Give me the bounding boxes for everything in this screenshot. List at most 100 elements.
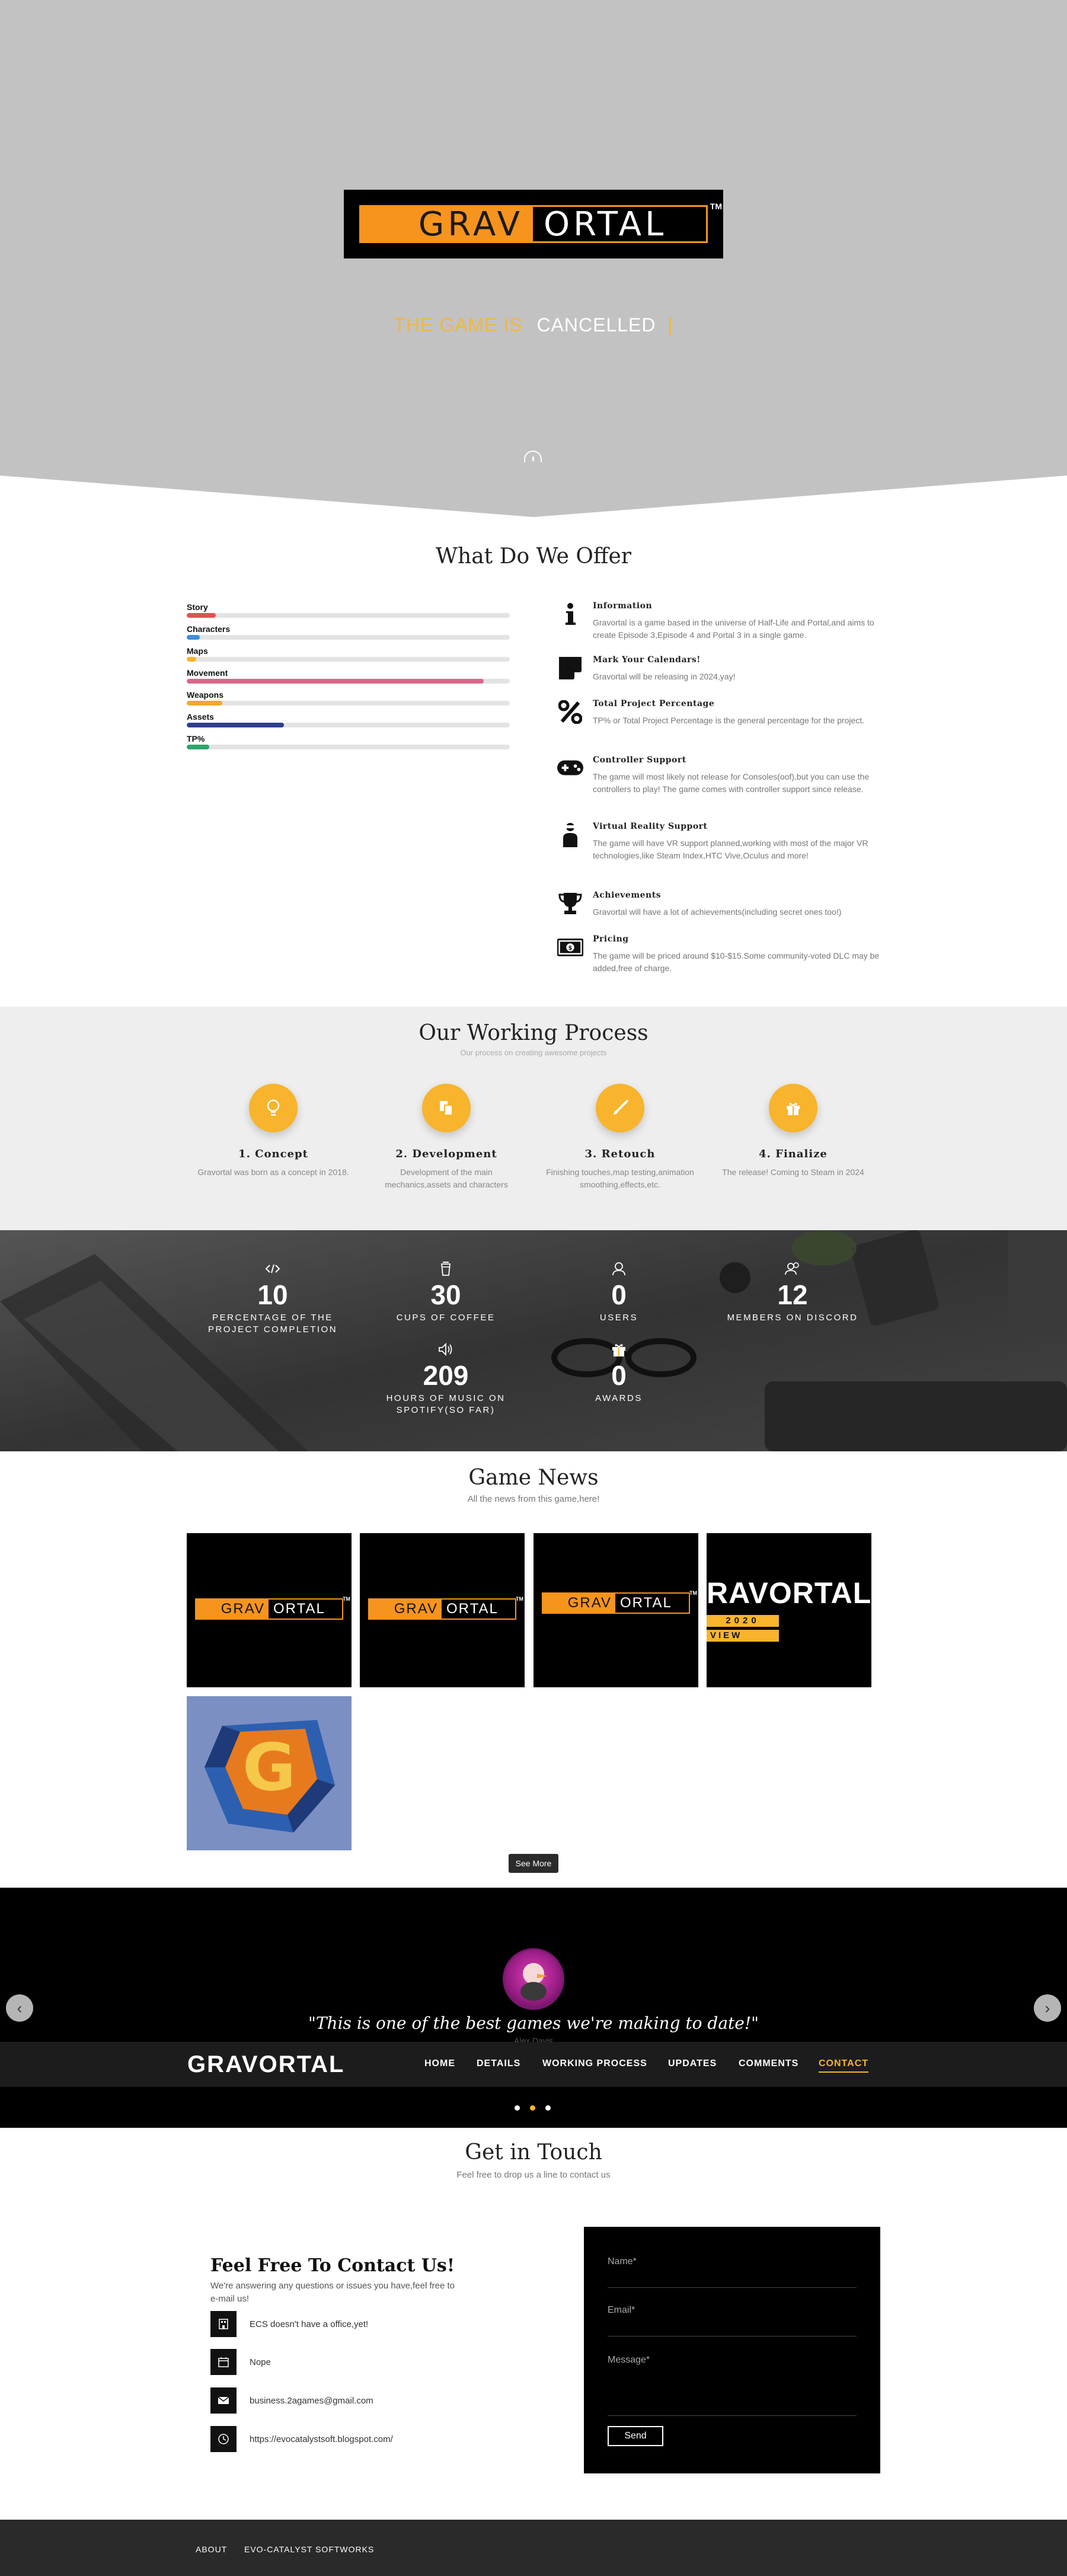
nav-brand[interactable]: GRAVORTAL [187,2051,344,2078]
contact-row: Nope [210,2349,271,2375]
step-text: The release! Coming to Steam in 2024 [722,1167,864,1177]
nav-item-contact[interactable]: CONTACT [819,2058,869,2073]
skill-bar: Story [187,602,510,618]
stat-label: CUPS OF COFFEE [396,1313,496,1323]
lightbulb-icon [249,1084,298,1132]
testimonial-quote: "This is one of the best games we're mak… [308,2013,759,2033]
news-tile-1[interactable]: GRAV ORTAL TM [187,1533,352,1687]
footer: ABOUT EVO-CATALYST SOFTWORKS [0,2520,1067,2576]
feature-title: Mark Your Calendars! [593,655,701,665]
tile4-sub: VIEW [707,1630,779,1642]
name-field[interactable]: Name* [608,2256,637,2267]
see-more-button[interactable]: See More [509,1854,558,1873]
footer-link-about[interactable]: ABOUT [196,2545,227,2554]
feature-title: Achievements [593,890,662,900]
logo-left-text: GRAV [361,205,533,244]
feature-item: Mark Your Calendars! Gravortal will be re… [557,655,880,683]
nav-item-details[interactable]: DETAILS [477,2058,520,2069]
nav-item-home[interactable]: HOME [424,2058,455,2069]
slider-dot-1[interactable] [515,2105,520,2111]
gamepad-icon [557,755,583,781]
skill-label: TP% [187,734,205,743]
vr-user-icon [557,822,583,848]
skill-label: Story [187,602,208,612]
skill-track [187,745,510,749]
news-tile-2[interactable]: GRAV ORTAL TM [360,1533,525,1687]
offer-title: What Do We Offer [436,544,631,569]
tile4-word: RAVORTAL [707,1576,871,1610]
stat-label: MEMBERS ON DISCORD [727,1313,858,1323]
nav-item-working-process[interactable]: WORKING PROCESS [542,2058,647,2069]
gift-icon [530,1342,708,1357]
tagline-word: CANCELLED [536,314,656,336]
tile-logo-left: GRAV [196,1600,269,1619]
email-field[interactable]: Email* [608,2305,635,2316]
stat-label: USERS [599,1313,638,1323]
send-button[interactable]: Send [608,2426,663,2446]
news-tile-3[interactable]: GRAV ORTAL TM [534,1533,698,1687]
logo-right-text: ORTAL [544,205,667,244]
skill-track [187,679,510,684]
contact-row: ECS doesn't have a office,yet! [210,2311,368,2337]
stat-label: HOURS OF MUSIC ON SPOTIFY(SO FAR) [386,1393,506,1415]
stat-counter: 12 MEMBERS ON DISCORD [704,1261,881,1324]
message-field[interactable]: Message* [608,2355,650,2366]
process-step: 4. Finalize The release! Coming to Steam … [716,1084,870,1179]
skill-fill [187,723,284,727]
contact-row-text: https://evocatalystsoft.blogspot.com/ [250,2434,393,2444]
logo-trademark: TM [710,202,722,211]
slider-dot-2[interactable] [530,2105,535,2111]
stats-section: 10 PERCENTAGE OF THE PROJECT COMPLETION 30… [0,1230,1067,1451]
step-title: 3. Retouch [584,1148,656,1160]
testimonial-avatar [503,1948,564,2010]
stat-value: 12 [777,1279,808,1310]
building-icon [210,2311,237,2337]
tile-logo-right: ORTAL [273,1601,325,1617]
contact-form: Name* Email* Message* Send [584,2227,880,2473]
skill-fill [187,701,222,706]
step-text: Finishing touches,map testing,animation … [546,1167,694,1189]
g-emblem-icon: G [187,1696,352,1850]
coffee-cup-icon [357,1261,535,1276]
skill-label: Maps [187,646,208,656]
nav-item-updates[interactable]: UPDATES [668,2058,717,2069]
envelope-icon [210,2387,237,2414]
slider-dot-3[interactable] [545,2105,551,2111]
stat-counter: 0 USERS [530,1261,708,1324]
news-tile-4[interactable]: RAVORTAL 2020 VIEW [707,1533,871,1687]
step-title: 2. Development [395,1148,497,1160]
skill-label: Movement [187,668,228,678]
speaker-icon [357,1342,535,1357]
feature-title: Total Project Percentage [593,699,715,708]
feature-title: Controller Support [593,755,686,765]
gravortal-logo: GRAV ORTAL TM [344,190,723,258]
feature-text: The game will have VR support planned,wo… [593,838,868,860]
news-tile-5[interactable]: G [187,1696,352,1850]
feature-item: Controller Support The game will most lik… [557,755,880,796]
tile-logo-tm: TM [689,1590,697,1596]
stat-value: 0 [611,1360,627,1391]
contact-row-text: business.2agames@gmail.com [250,2395,373,2406]
percent-icon [557,699,583,725]
footer-link-company[interactable]: EVO-CATALYST SOFTWORKS [244,2545,374,2554]
skill-track [187,701,510,706]
step-text: Development of the main mechanics,assets… [385,1167,508,1189]
feature-text: The game will most likely not release fo… [593,772,870,794]
duck-avatar-icon [520,1963,547,2001]
sticky-note-icon [557,655,583,681]
hero-bottom-wedge [0,462,1067,528]
skill-fill [187,679,484,684]
money-bill-icon: $ [557,934,583,960]
skill-bar: Assets [187,712,510,727]
skill-fill [187,657,197,662]
skill-label: Weapons [187,690,223,700]
skill-track [187,723,510,727]
skill-bar: Movement [187,668,510,684]
process-subtitle: Our process on creating awesome projects [460,1048,607,1057]
news-subtitle: All the news from this game,here! [467,1494,600,1504]
feature-text: TP% or Total Project Percentage is the g… [593,716,865,725]
code-icon [184,1261,362,1276]
nav-item-comments[interactable]: COMMENTS [739,2058,798,2069]
contact-intro: We're answering any questions or issues … [210,2281,455,2304]
main-navbar: GRAVORTAL HOME DETAILS WORKING PROCESS UPDA… [0,2042,1067,2087]
